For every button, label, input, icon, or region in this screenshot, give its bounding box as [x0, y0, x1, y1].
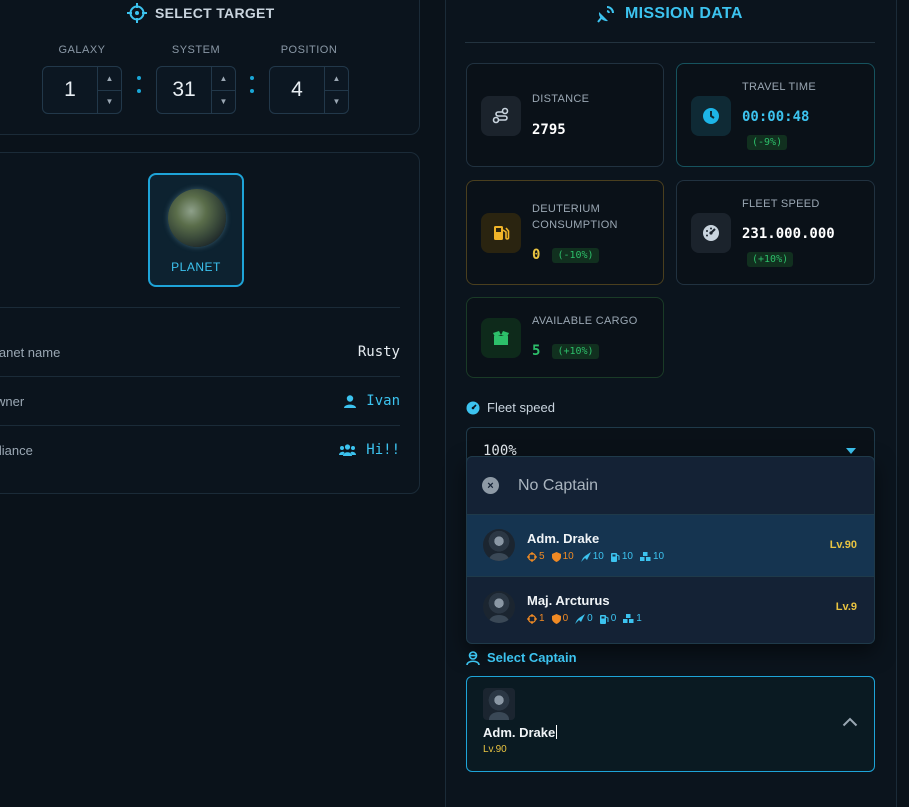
- captain-level: Lv.9: [835, 601, 857, 613]
- planet-name-label: lanet name: [0, 344, 61, 360]
- system-input[interactable]: 31: [157, 67, 211, 113]
- speedometer-icon: [466, 401, 480, 414]
- cargo-value: 5 (+10%): [532, 343, 599, 359]
- distance-value: 2795: [532, 122, 566, 138]
- planet-type-label: PLANET: [171, 260, 221, 274]
- owner-label: wner: [0, 393, 25, 409]
- divider: [465, 42, 875, 43]
- owner-name: Ivan: [366, 393, 400, 409]
- galaxy-label: GALAXY: [58, 44, 106, 56]
- captain-level: Lv.90: [829, 539, 857, 551]
- coord-separator: [136, 76, 142, 93]
- no-captain-label: No Captain: [518, 476, 599, 494]
- captain-select[interactable]: Adm. Drake Lv.90: [466, 676, 875, 772]
- avatar: [483, 688, 515, 720]
- shield-icon: [551, 613, 561, 624]
- mission-data-label: MISSION DATA: [625, 5, 743, 22]
- captain-option-arcturus[interactable]: Maj. Arcturus 1 0 0 0 1 Lv.9: [467, 576, 874, 637]
- select-target-label: SELECT TARGET: [155, 5, 275, 21]
- shield-icon: [551, 551, 561, 562]
- deuterium-value: 0 (-10%): [532, 247, 599, 263]
- fuel-pump-icon: [481, 213, 521, 253]
- system-stepper[interactable]: 31 ▲ ▼: [156, 66, 236, 114]
- captain-name: Maj. Arcturus: [527, 593, 610, 608]
- travel-time-value: 00:00:48: [742, 109, 810, 125]
- fuel-pump-icon: [610, 552, 620, 562]
- travel-time-label: TRAVEL TIME: [742, 81, 816, 93]
- galaxy-stepper[interactable]: 1 ▲ ▼: [42, 66, 122, 114]
- no-captain-option[interactable]: × No Captain: [467, 457, 874, 515]
- selected-captain-level: Lv.90: [483, 744, 507, 755]
- system-decrement-button[interactable]: ▼: [212, 91, 235, 114]
- planet-name-value: Rusty: [357, 344, 400, 360]
- position-label: POSITION: [280, 44, 338, 56]
- route-icon: [481, 96, 521, 136]
- users-icon: [339, 444, 357, 456]
- captain-dropdown-menu: × No Captain Adm. Drake 5 10 10 10 10 Lv…: [466, 456, 875, 644]
- cargo-modifier: (+10%): [552, 343, 599, 359]
- crosshair-icon: [527, 551, 537, 562]
- system-label: SYSTEM: [171, 44, 221, 56]
- captain-stats: 5 10 10 10 10: [527, 551, 664, 562]
- alliance-row: lliance Hi!!: [0, 426, 400, 474]
- fuel-pump-icon: [599, 614, 609, 624]
- cargo-card: AVAILABLE CARGO 5 (+10%): [466, 297, 664, 378]
- alliance-value[interactable]: Hi!!: [339, 442, 400, 458]
- travel-time-card: TRAVEL TIME 00:00:48 (-9%): [676, 63, 875, 167]
- position-decrement-button[interactable]: ▼: [325, 91, 348, 114]
- position-stepper[interactable]: 4 ▲ ▼: [269, 66, 349, 114]
- selected-captain-name: Adm. Drake: [483, 725, 558, 740]
- rocket-icon: [580, 551, 591, 562]
- clear-icon: ×: [482, 477, 499, 494]
- distance-card: DISTANCE 2795: [466, 63, 664, 167]
- fleet-speed-modifier: (+10%): [747, 252, 794, 267]
- captain-badge-icon: [466, 650, 480, 665]
- fleet-speed-card: FLEET SPEED 231.000.000 (+10%): [676, 180, 875, 285]
- planet-image: [168, 189, 226, 247]
- position-increment-button[interactable]: ▲: [325, 67, 348, 91]
- system-increment-button[interactable]: ▲: [212, 67, 235, 91]
- galaxy-increment-button[interactable]: ▲: [98, 67, 121, 91]
- cargo-label: AVAILABLE CARGO: [532, 315, 638, 327]
- distance-label: DISTANCE: [532, 93, 590, 105]
- galaxy-input[interactable]: 1: [43, 67, 97, 113]
- planet-name-row: lanet name Rusty: [0, 328, 400, 376]
- avatar: [483, 529, 515, 561]
- satellite-dish-icon: [597, 6, 614, 23]
- rocket-icon: [575, 613, 586, 624]
- boxes-icon: [623, 613, 634, 623]
- captain-name: Adm. Drake: [527, 531, 600, 546]
- avatar: [483, 591, 515, 623]
- captain-stats: 1 0 0 0 1: [527, 613, 642, 624]
- fleet-speed-label: FLEET SPEED: [742, 198, 820, 210]
- alliance-name: Hi!!: [366, 442, 400, 458]
- captain-option-drake[interactable]: Adm. Drake 5 10 10 10 10 Lv.90: [467, 515, 874, 576]
- position-input[interactable]: 4: [270, 67, 324, 113]
- owner-row: wner Ivan: [0, 377, 400, 425]
- coord-separator: [249, 76, 255, 93]
- crosshair-icon: [527, 613, 537, 624]
- caret-down-icon: [846, 448, 856, 454]
- chevron-up-icon: [842, 717, 858, 727]
- alliance-label: lliance: [0, 442, 33, 458]
- travel-time-modifier: (-9%): [747, 135, 788, 150]
- galaxy-decrement-button[interactable]: ▼: [98, 91, 121, 114]
- crosshair-icon: [127, 3, 147, 23]
- select-captain-label: Select Captain: [466, 650, 577, 665]
- deuterium-modifier: (-10%): [552, 247, 599, 263]
- mission-data-title: MISSION DATA: [596, 4, 743, 24]
- deuterium-card: DEUTERIUM CONSUMPTION 0 (-10%): [466, 180, 664, 285]
- fleet-speed-section-label: Fleet speed: [466, 400, 555, 415]
- select-target-title: SELECT TARGET: [127, 3, 275, 23]
- planet-type-card[interactable]: PLANET: [148, 173, 244, 287]
- boxes-icon: [639, 551, 651, 561]
- owner-value[interactable]: Ivan: [344, 393, 400, 409]
- deuterium-label: DEUTERIUM CONSUMPTION: [532, 203, 618, 231]
- speedometer-icon: [691, 213, 731, 253]
- cargo-box-icon: [481, 318, 521, 358]
- clock-icon: [691, 96, 731, 136]
- fleet-speed-value: 231.000.000: [742, 226, 835, 242]
- divider: [0, 307, 400, 308]
- user-icon: [344, 394, 357, 408]
